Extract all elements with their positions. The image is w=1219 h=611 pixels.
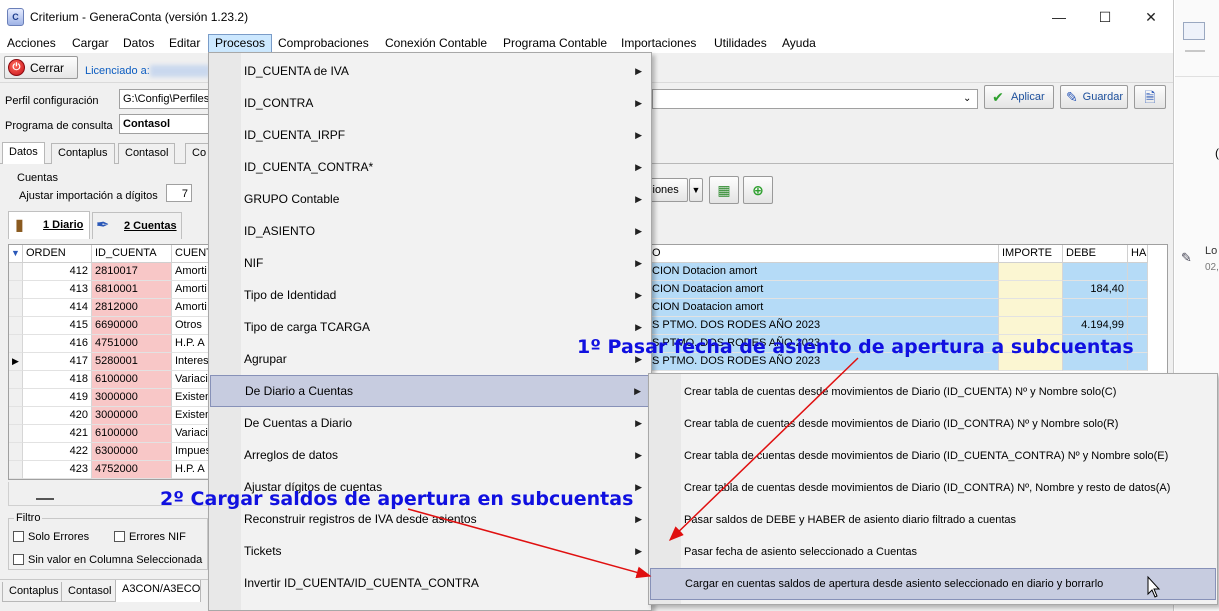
arrow-step-1 — [668, 357, 859, 542]
annotation-arrows — [407, 357, 1161, 598]
mouse-cursor-icon — [1147, 575, 1161, 598]
arrow-step-2 — [407, 508, 652, 579]
